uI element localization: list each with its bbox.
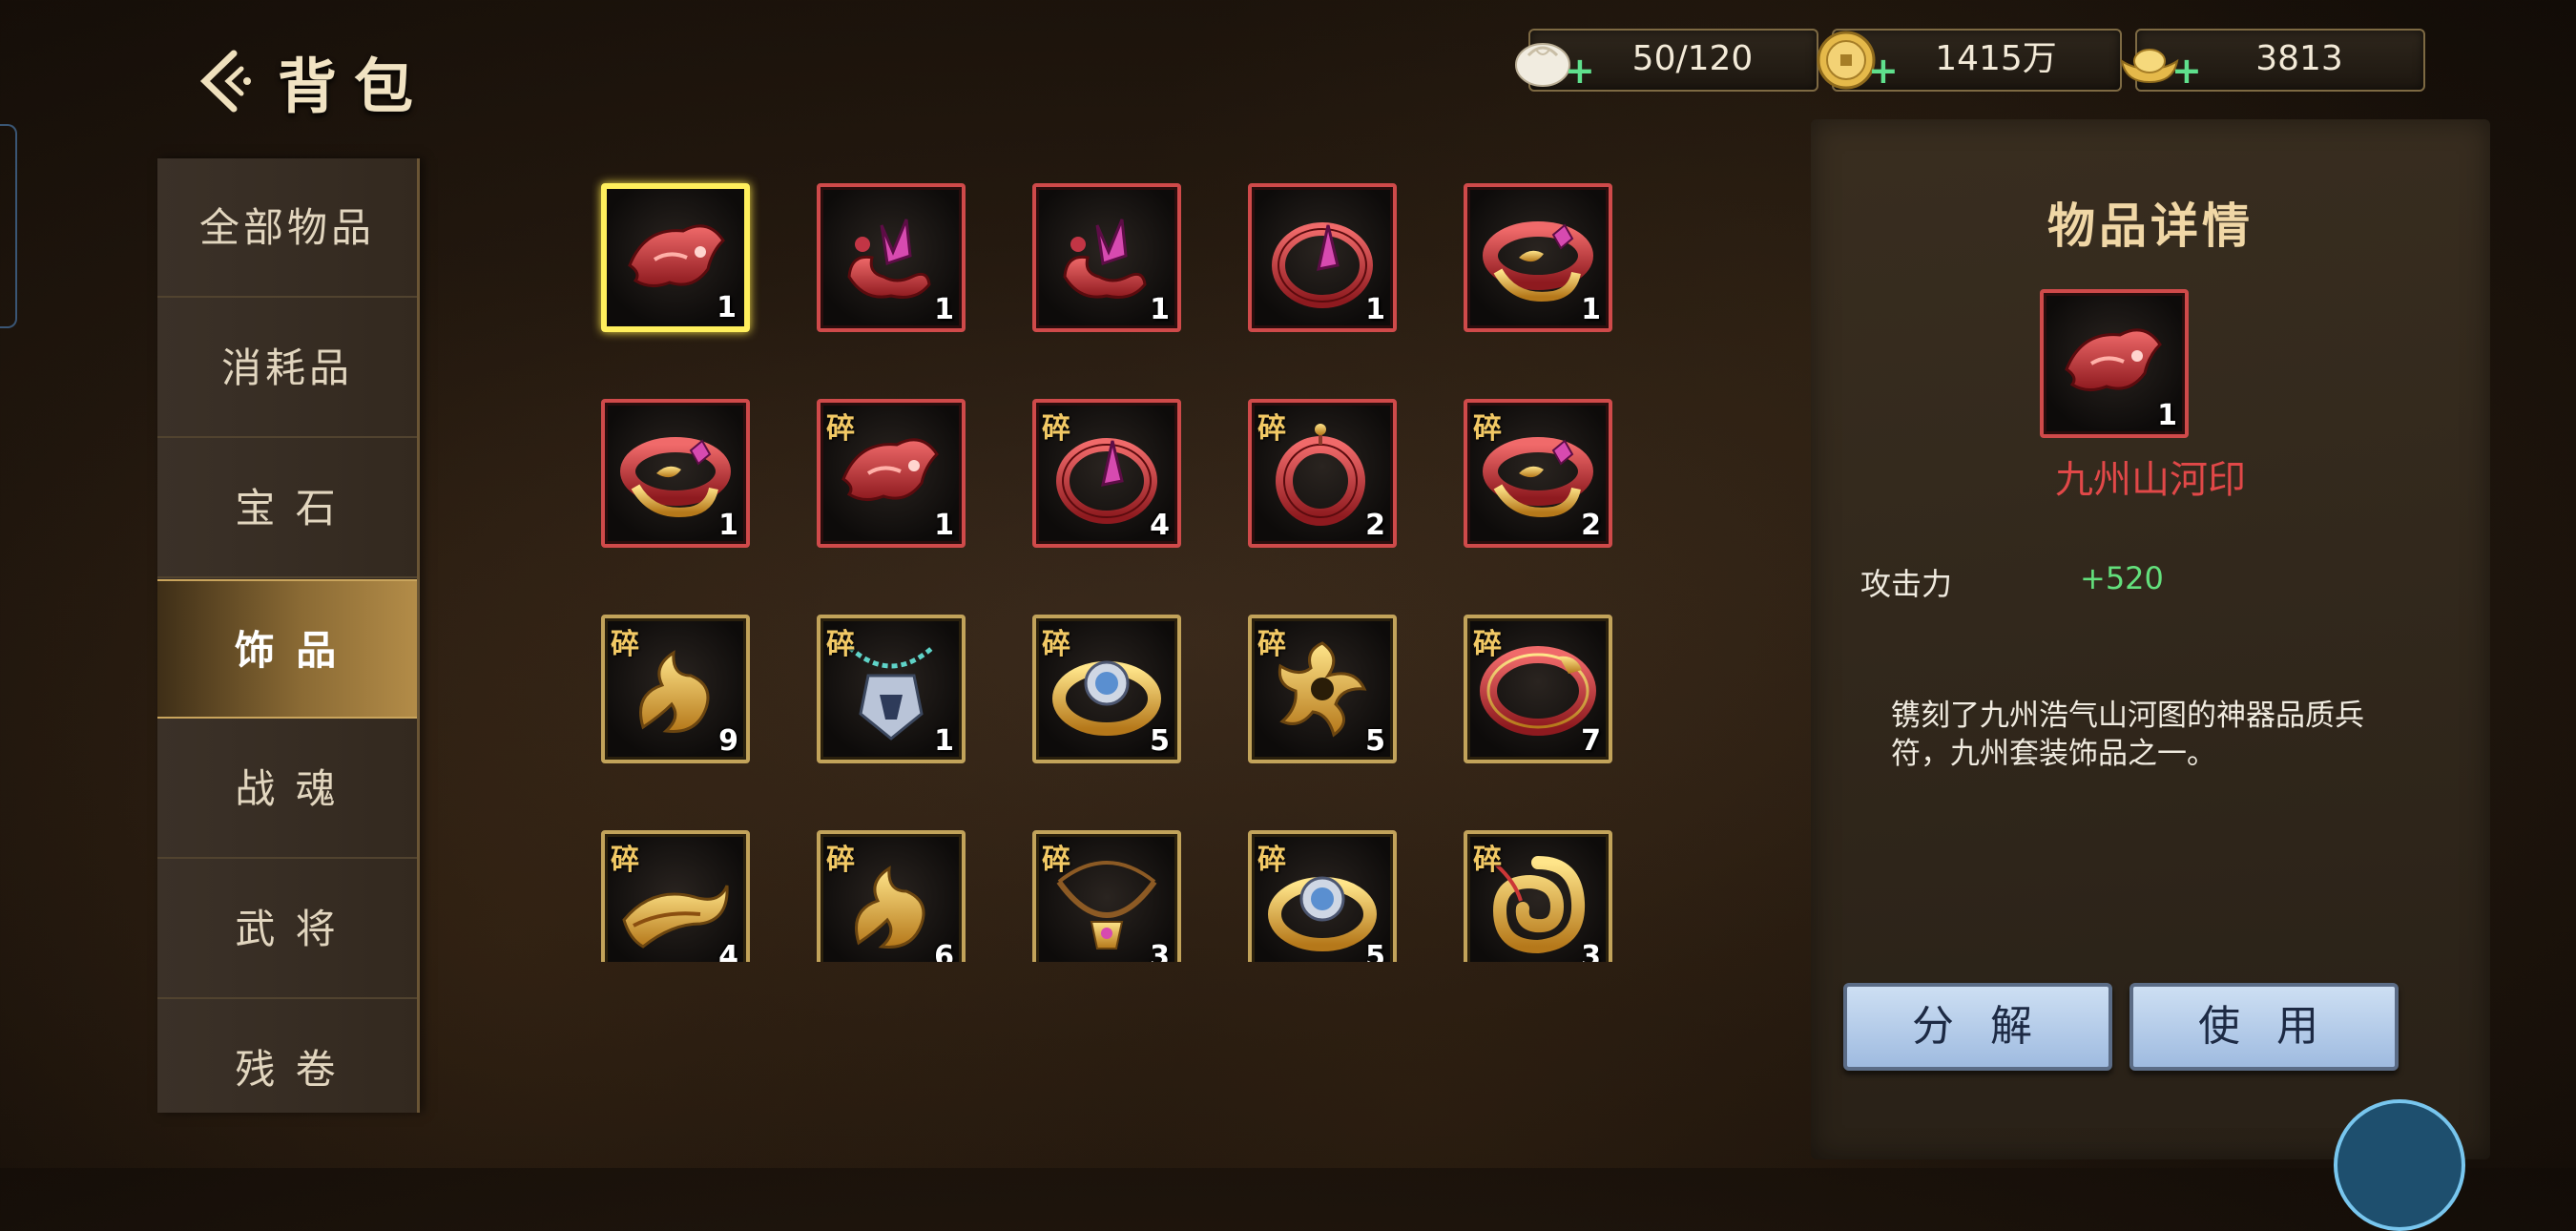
inventory-slot-18[interactable]: 碎 3 [1032, 830, 1181, 962]
item-quantity: 1 [718, 509, 738, 542]
item-quantity: 5 [1365, 724, 1385, 758]
fragment-badge: 碎 [1042, 412, 1070, 446]
detail-item-slot: 1 [2040, 289, 2189, 438]
stat-value: +520 [2080, 560, 2164, 596]
item-quantity: 7 [1581, 724, 1601, 758]
ingot-value: 3813 [2255, 39, 2343, 78]
inventory-slot-11[interactable]: 碎 9 [601, 615, 750, 763]
stat-label: 攻击力 [1860, 566, 1953, 602]
inventory-slot-10[interactable]: 碎 2 [1464, 399, 1612, 548]
floating-assistant-icon[interactable] [2334, 1099, 2465, 1231]
item-name: 九州山河印 [2055, 458, 2246, 502]
item-description: 镌刻了九州浩气山河图的神器品质兵符，九州套装饰品之一。 [1891, 699, 2364, 771]
decompose-button[interactable]: 分 解 [1843, 983, 2112, 1071]
item-quantity: 1 [1365, 293, 1385, 326]
inventory-slot-15[interactable]: 碎 7 [1464, 615, 1612, 763]
fragment-badge: 碎 [1473, 412, 1502, 446]
inventory-slot-12[interactable]: 碎 1 [817, 615, 966, 763]
inventory-slot-3[interactable]: 1 [1032, 183, 1181, 332]
fragment-badge: 碎 [826, 628, 855, 661]
inventory-slot-5[interactable]: 1 [1464, 183, 1612, 332]
tab-accessories[interactable]: 饰 品 [157, 579, 417, 719]
stamina-value: 50/120 [1631, 39, 1754, 78]
gold-counter[interactable]: + 1415万 [1817, 29, 2122, 92]
fragment-badge: 碎 [1042, 844, 1070, 877]
item-quantity: 2 [1365, 509, 1385, 542]
inventory-slot-4[interactable]: 1 [1248, 183, 1397, 332]
item-quantity: 1 [934, 293, 954, 326]
item-quantity: 3 [1581, 940, 1601, 962]
item-quantity: 5 [1150, 724, 1170, 758]
page-title: 背包 [278, 52, 431, 121]
inventory-grid[interactable]: 1 1 1 1 1 1 碎 1 碎 4 碎 2 碎 2 碎 9 碎 1 碎 5 … [592, 172, 1641, 962]
category-sidebar: 全部物品 消耗品 宝 石 饰 品 战 魂 武 将 残 卷 [157, 158, 420, 1113]
inventory-slot-9[interactable]: 碎 2 [1248, 399, 1397, 548]
inventory-slot-7[interactable]: 碎 1 [817, 399, 966, 548]
inventory-slot-14[interactable]: 碎 5 [1248, 615, 1397, 763]
inventory-slot-1[interactable]: 1 [601, 183, 750, 332]
fragment-badge: 碎 [1473, 628, 1502, 661]
tab-consumables[interactable]: 消耗品 [157, 299, 417, 438]
item-quantity: 9 [718, 724, 738, 758]
item-quantity: 1 [717, 291, 737, 324]
use-button[interactable]: 使 用 [2129, 983, 2399, 1071]
item-quantity: 2 [1581, 509, 1601, 542]
item-quantity: 1 [934, 724, 954, 758]
item-detail-panel: 物品详情 1 九州山河印 攻击力 +520 镌刻了九州浩气山河图的神器品质兵符，… [1811, 119, 2490, 1159]
inventory-slot-2[interactable]: 1 [817, 183, 966, 332]
detail-title: 物品详情 [2047, 198, 2254, 254]
side-handle[interactable] [0, 124, 17, 328]
fragment-badge: 碎 [1473, 844, 1502, 877]
fragment-badge: 碎 [1257, 412, 1286, 446]
stamina-counter[interactable]: + 50/120 [1515, 29, 1818, 92]
item-quantity: 3 [1150, 940, 1170, 962]
inventory-slot-19[interactable]: 碎 5 [1248, 830, 1397, 962]
inventory-slot-6[interactable]: 1 [601, 399, 750, 548]
inventory-slot-13[interactable]: 碎 5 [1032, 615, 1181, 763]
item-quantity: 4 [718, 940, 738, 962]
gold-value: 1415万 [1935, 39, 2057, 78]
fragment-badge: 碎 [611, 628, 639, 661]
tab-all-items[interactable]: 全部物品 [157, 158, 417, 298]
item-quantity: 1 [934, 509, 954, 542]
fragment-badge: 碎 [1257, 844, 1286, 877]
inventory-slot-20[interactable]: 碎 3 [1464, 830, 1612, 962]
inventory-slot-8[interactable]: 碎 4 [1032, 399, 1181, 548]
item-quantity: 1 [1150, 293, 1170, 326]
tab-war-souls[interactable]: 战 魂 [157, 720, 417, 859]
fragment-badge: 碎 [1257, 628, 1286, 661]
tab-gems[interactable]: 宝 石 [157, 439, 417, 578]
fragment-badge: 碎 [826, 844, 855, 877]
item-quantity: 1 [1581, 293, 1601, 326]
fragment-badge: 碎 [826, 412, 855, 446]
inventory-slot-17[interactable]: 碎 6 [817, 830, 966, 962]
item-quantity: 4 [1150, 509, 1170, 542]
item-quantity: 6 [934, 940, 954, 962]
back-arrow-icon[interactable] [196, 48, 253, 115]
item-quantity: 5 [1365, 940, 1385, 962]
item-quantity: 1 [2157, 399, 2177, 432]
fragment-badge: 碎 [611, 844, 639, 877]
tab-scroll-fragments[interactable]: 残 卷 [157, 1000, 417, 1113]
tab-generals[interactable]: 武 将 [157, 860, 417, 999]
header: 背包 [196, 38, 430, 124]
ingot-counter[interactable]: + 3813 [2120, 29, 2425, 92]
inventory-slot-16[interactable]: 碎 4 [601, 830, 750, 962]
fragment-badge: 碎 [1042, 628, 1070, 661]
